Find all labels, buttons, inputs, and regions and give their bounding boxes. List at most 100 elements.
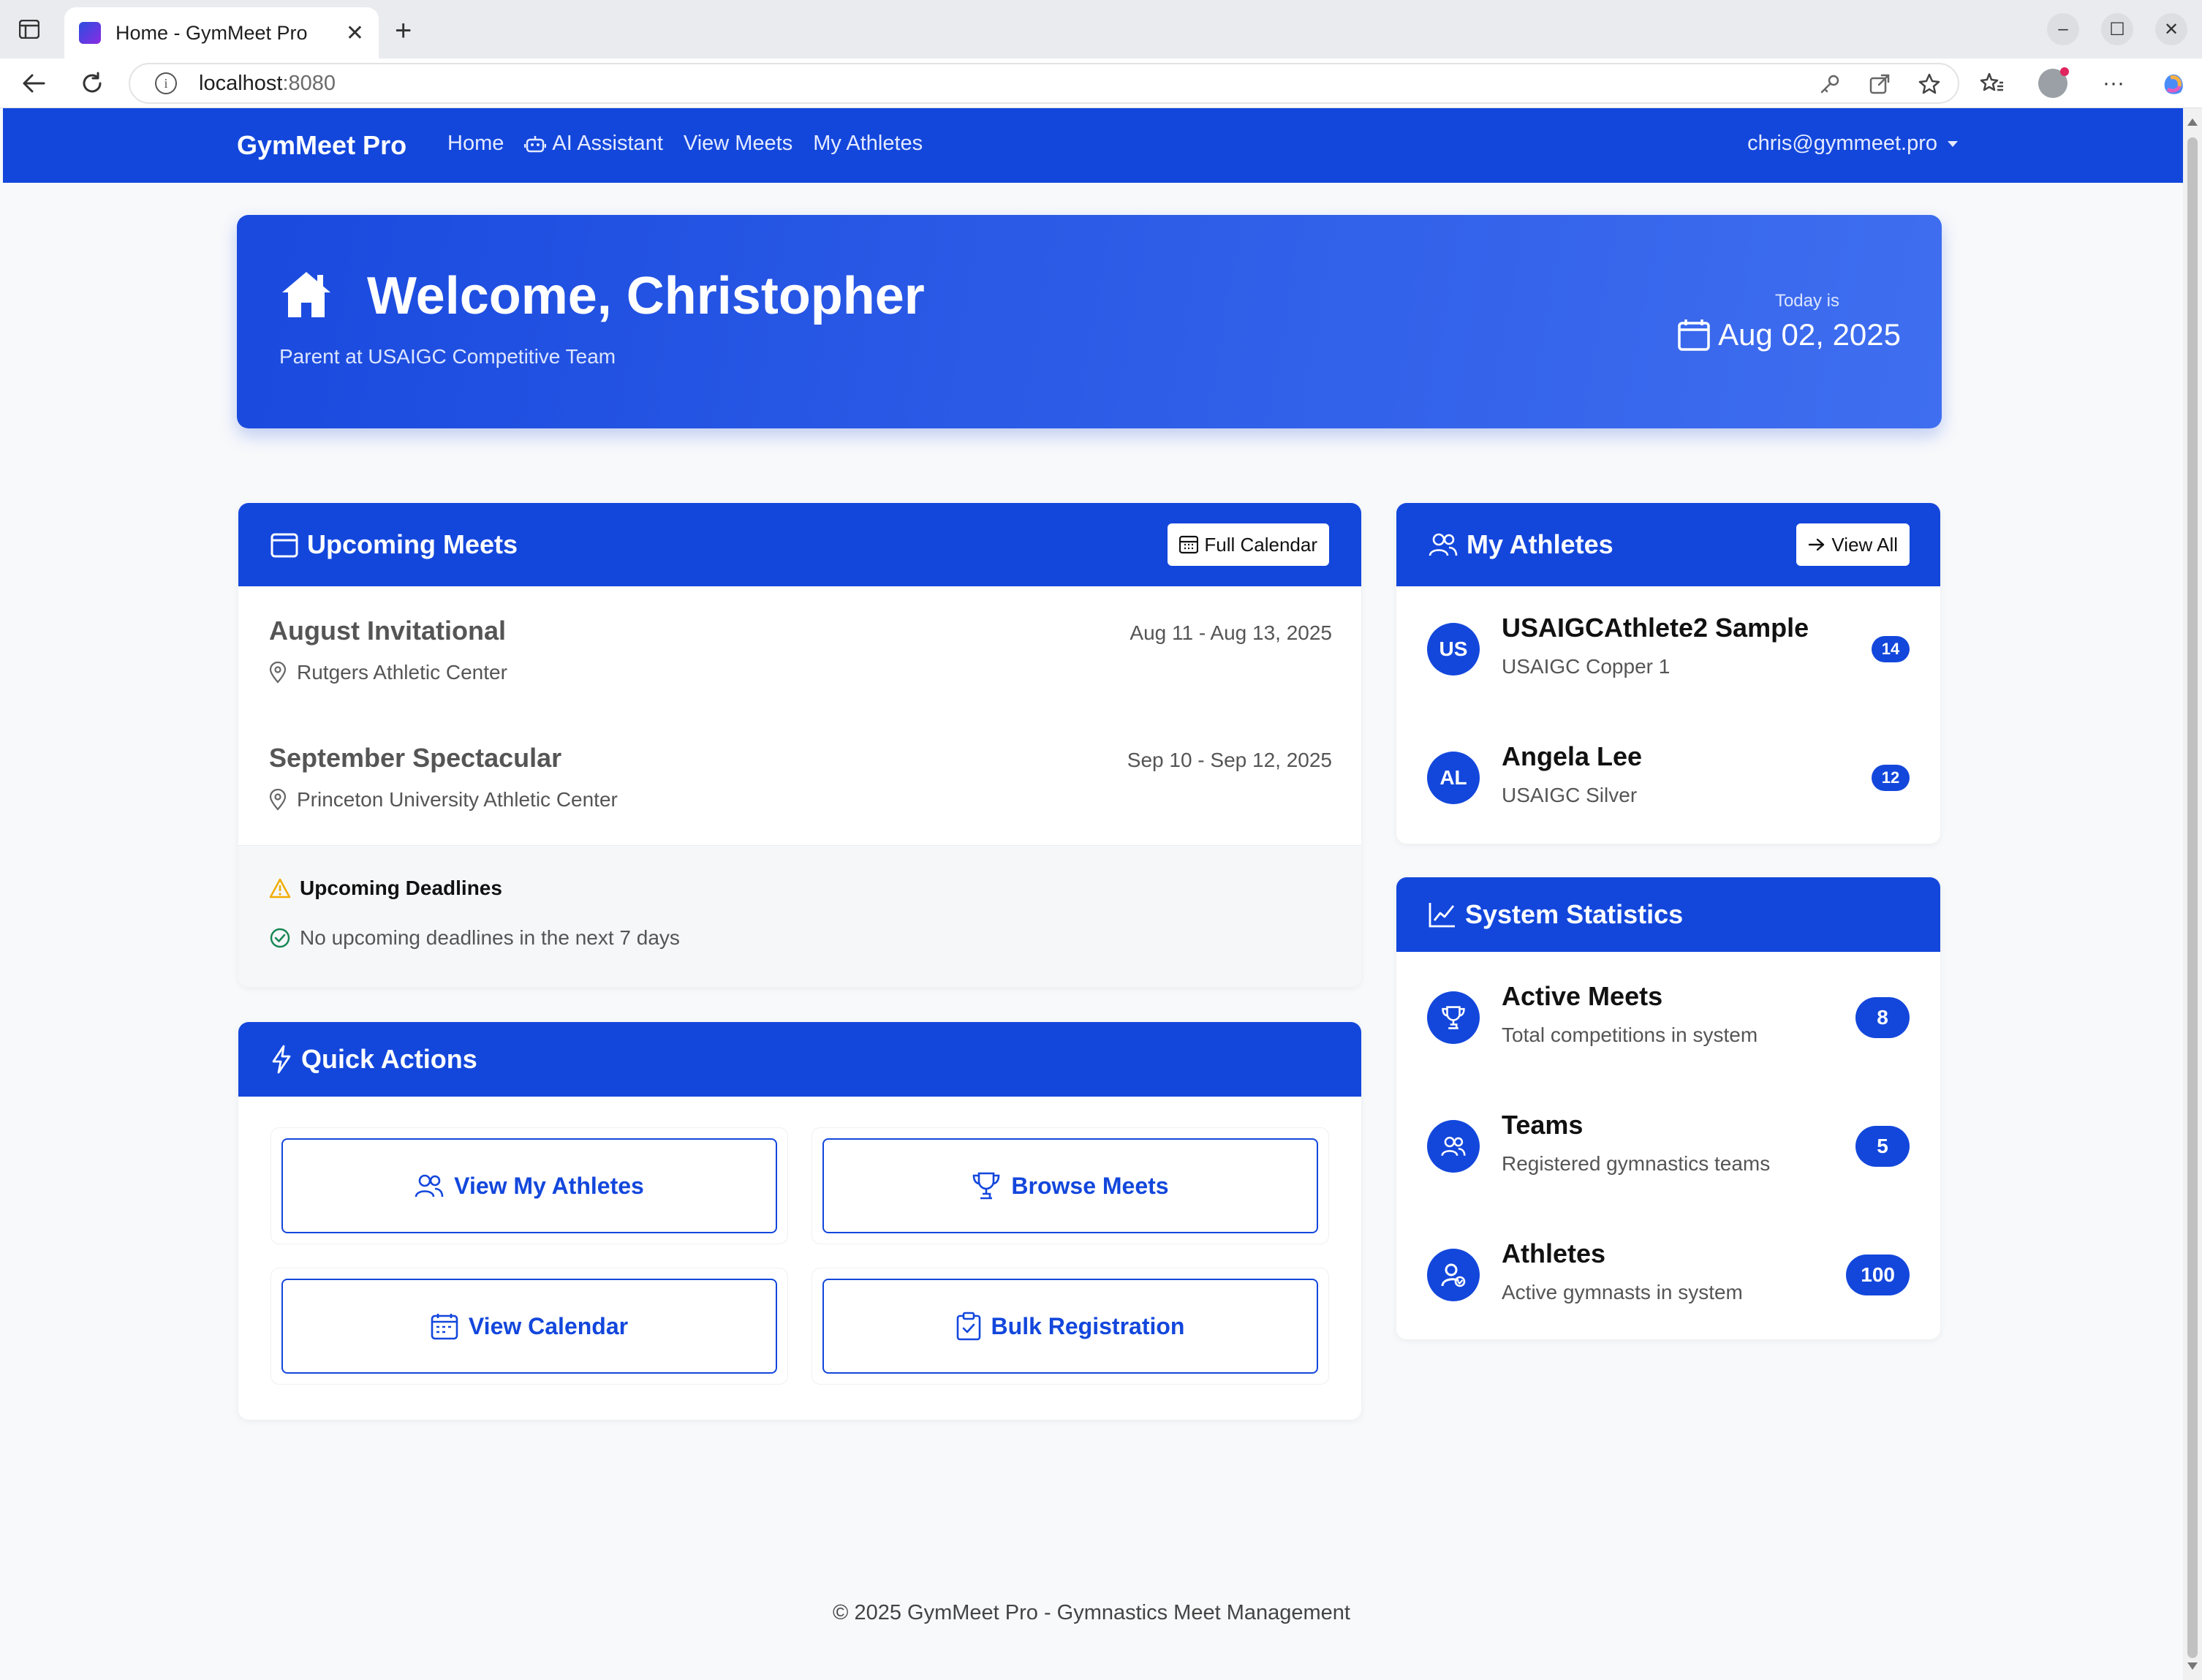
- stat-name: Active Meets: [1502, 981, 1663, 1011]
- scrollbar-thumb[interactable]: [2187, 137, 2198, 1658]
- calendar-grid-icon: [1179, 535, 1199, 554]
- user-dropdown[interactable]: chris@gymmeet.pro: [1747, 132, 1958, 156]
- welcome-subtitle: Parent at USAIGC Competitive Team: [279, 345, 616, 368]
- view-calendar-button[interactable]: View Calendar: [281, 1279, 777, 1374]
- meet-dates: Sep 10 - Sep 12, 2025: [1127, 749, 1332, 771]
- quick-action-cell: View Calendar: [270, 1268, 788, 1385]
- tab-title: Home - GymMeet Pro: [116, 21, 308, 44]
- welcome-title: Welcome, Christopher: [367, 267, 925, 325]
- user-email: chris@gymmeet.pro: [1747, 132, 1937, 155]
- open-external-icon[interactable]: [1866, 70, 1893, 98]
- nav-link-ai-assistant-label: AI Assistant: [552, 132, 663, 155]
- back-icon[interactable]: [19, 69, 48, 98]
- location-pin-icon: [269, 662, 287, 684]
- bulk-registration-button[interactable]: Bulk Registration: [822, 1279, 1318, 1374]
- trophy-icon: [1427, 991, 1480, 1044]
- favorite-star-icon[interactable]: [1915, 70, 1943, 98]
- bulk-registration-label: Bulk Registration: [991, 1312, 1185, 1339]
- calendar-week-icon: [431, 1314, 458, 1340]
- more-options-icon[interactable]: ···: [2100, 69, 2127, 97]
- meet-item[interactable]: August Invitational Aug 11 - Aug 13, 202…: [269, 616, 1332, 684]
- url-field[interactable]: i localhost:8080: [129, 63, 1959, 104]
- full-calendar-button[interactable]: Full Calendar: [1168, 523, 1329, 566]
- scroll-up-icon[interactable]: [2187, 118, 2198, 126]
- deadlines-empty: No upcoming deadlines in the next 7 days: [269, 926, 680, 950]
- deadlines-section: Upcoming Deadlines No upcoming deadlines…: [238, 845, 1361, 987]
- site-info-icon[interactable]: i: [155, 72, 177, 94]
- nav-link-my-athletes[interactable]: My Athletes: [813, 132, 923, 156]
- address-bar-row: i localhost:8080 ···: [0, 58, 2202, 108]
- new-tab-icon[interactable]: +: [395, 15, 412, 48]
- quick-actions-card: Quick Actions View My Athletes Browse Me…: [238, 1022, 1361, 1420]
- view-my-athletes-label: View My Athletes: [454, 1172, 644, 1199]
- page-scrollbar[interactable]: [2183, 108, 2202, 1680]
- athlete-count-badge: 14: [1872, 636, 1910, 662]
- view-my-athletes-button[interactable]: View My Athletes: [281, 1138, 777, 1233]
- view-all-label: View All: [1831, 533, 1898, 556]
- calendar-icon: [1678, 319, 1710, 351]
- calendar-icon: [270, 533, 298, 558]
- view-all-button[interactable]: View All: [1796, 523, 1910, 566]
- maximize-icon[interactable]: ☐: [2101, 13, 2133, 45]
- upcoming-meets-card: Upcoming Meets Full Calendar August Invi…: [238, 503, 1361, 987]
- system-statistics-title: System Statistics: [1465, 899, 1684, 929]
- minimize-icon[interactable]: –: [2047, 13, 2079, 45]
- url-host: localhost: [199, 71, 283, 95]
- home-icon: [282, 272, 330, 317]
- trophy-icon: [973, 1172, 1000, 1200]
- arrow-right-icon: [1809, 538, 1825, 551]
- tab-close-icon[interactable]: ✕: [346, 20, 364, 46]
- athlete-count-badge: 12: [1872, 765, 1910, 791]
- check-circle-icon: [270, 928, 290, 948]
- robot-icon: [524, 135, 547, 152]
- quick-action-cell: View My Athletes: [270, 1127, 788, 1244]
- brand-logo[interactable]: GymMeet Pro: [237, 130, 406, 161]
- browse-meets-label: Browse Meets: [1011, 1172, 1169, 1199]
- meet-dates: Aug 11 - Aug 13, 2025: [1130, 621, 1332, 644]
- my-athletes-title: My Athletes: [1467, 529, 1613, 559]
- athlete-name[interactable]: Angela Lee: [1502, 741, 1642, 772]
- scroll-down-icon[interactable]: [2187, 1662, 2198, 1670]
- meet-location: Rutgers Athletic Center: [269, 661, 1332, 684]
- quick-actions-header: Quick Actions: [238, 1022, 1361, 1097]
- athlete-avatar: US: [1427, 623, 1480, 676]
- nav-link-view-meets[interactable]: View Meets: [684, 132, 792, 156]
- athlete-name[interactable]: USAIGCAthlete2 Sample: [1502, 613, 1809, 643]
- reload-icon[interactable]: [77, 69, 107, 98]
- stat-description: Registered gymnastics teams: [1502, 1152, 1771, 1175]
- app-navbar: GymMeet Pro Home AI Assistant View Meets…: [3, 108, 2183, 183]
- athlete-level: USAIGC Silver: [1502, 784, 1638, 806]
- copilot-icon[interactable]: [2160, 69, 2187, 97]
- athlete-avatar: AL: [1427, 752, 1480, 804]
- deadlines-heading: Upcoming Deadlines: [269, 877, 502, 900]
- full-calendar-label: Full Calendar: [1204, 533, 1317, 556]
- my-athletes-header: My Athletes View All: [1396, 503, 1940, 586]
- person-check-icon: [1427, 1249, 1480, 1301]
- warning-icon: [269, 878, 291, 898]
- profile-avatar-icon[interactable]: [2038, 67, 2069, 98]
- deadlines-title: Upcoming Deadlines: [300, 877, 502, 899]
- location-pin-icon: [269, 789, 287, 811]
- quick-action-cell: Browse Meets: [811, 1127, 1329, 1244]
- browse-meets-button[interactable]: Browse Meets: [822, 1138, 1318, 1233]
- favorites-icon[interactable]: [1978, 69, 2006, 97]
- people-icon: [415, 1174, 444, 1197]
- key-icon[interactable]: [1816, 70, 1844, 98]
- tab-actions-icon[interactable]: [16, 16, 42, 42]
- meet-location-text: Rutgers Athletic Center: [297, 661, 507, 684]
- quick-actions-title: Quick Actions: [301, 1044, 477, 1074]
- people-icon: [1427, 1120, 1480, 1173]
- meet-location: Princeton University Athletic Center: [269, 788, 1332, 811]
- today-date: Aug 02, 2025: [1677, 317, 1901, 352]
- close-window-icon[interactable]: ✕: [2155, 13, 2187, 45]
- nav-link-home[interactable]: Home: [447, 132, 504, 156]
- view-calendar-label: View Calendar: [468, 1312, 629, 1339]
- upcoming-meets-header: Upcoming Meets Full Calendar: [238, 503, 1361, 586]
- stat-description: Active gymnasts in system: [1502, 1281, 1743, 1303]
- meet-item[interactable]: September Spectacular Sep 10 - Sep 12, 2…: [269, 743, 1332, 811]
- page-footer: © 2025 GymMeet Pro - Gymnastics Meet Man…: [833, 1601, 1350, 1624]
- nav-link-ai-assistant[interactable]: AI Assistant: [524, 132, 663, 156]
- stat-description: Total competitions in system: [1502, 1023, 1758, 1046]
- lightning-icon: [272, 1045, 291, 1074]
- browser-tab[interactable]: Home - GymMeet Pro ✕: [64, 7, 379, 58]
